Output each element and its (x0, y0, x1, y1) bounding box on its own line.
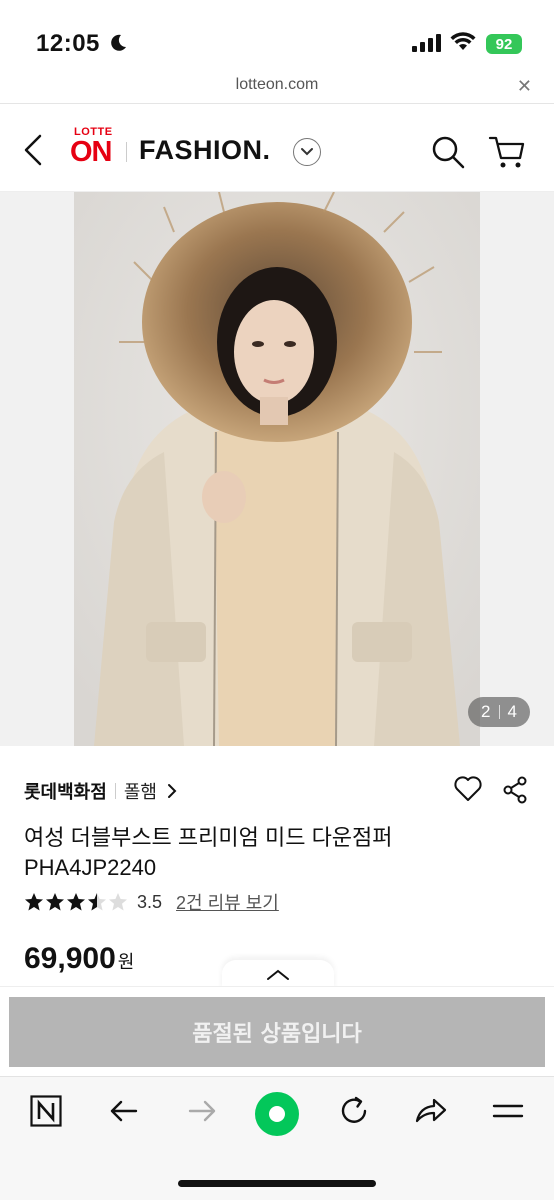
refresh-icon[interactable] (338, 1095, 370, 1127)
forward-icon[interactable] (186, 1095, 218, 1127)
product-title-line1: 여성 더블부스트 프리미엄 미드 다운점퍼 (24, 825, 393, 850)
cart-icon[interactable] (488, 134, 526, 170)
price: 69,900 원 (24, 942, 134, 976)
close-icon[interactable]: ✕ (517, 76, 532, 97)
share-icon[interactable] (502, 776, 528, 804)
rating-row: 3.5 2건 리뷰 보기 (24, 889, 279, 915)
chevron-up-icon[interactable] (266, 968, 290, 982)
review-link[interactable]: 2건 리뷰 보기 (176, 889, 279, 915)
rating-value: 3.5 (137, 891, 163, 912)
back-arrow-icon[interactable] (22, 132, 46, 168)
site-header: LOTTE ON FASHION. (0, 104, 554, 192)
url-text[interactable]: lotteon.com (0, 76, 554, 94)
chevron-right-icon[interactable] (167, 783, 177, 799)
moon-icon (111, 34, 126, 51)
cellular-signal-icon (412, 34, 441, 52)
chevron-down-icon (301, 148, 313, 156)
product-photo[interactable] (74, 192, 480, 746)
heart-icon[interactable] (454, 776, 482, 802)
section-dropdown-button[interactable] (293, 138, 321, 166)
naver-n-icon[interactable] (30, 1095, 62, 1127)
product-image-gallery[interactable] (0, 192, 554, 746)
status-bar: 12:05 92 (0, 0, 554, 70)
section-title[interactable]: FASHION. (139, 135, 271, 166)
sold-out-button[interactable]: 품절된 상품입니다 (9, 997, 545, 1067)
back-icon[interactable] (108, 1095, 140, 1127)
brand-name[interactable]: 폴햄 (124, 778, 157, 804)
price-value: 69,900 (24, 942, 116, 975)
url-bar[interactable]: lotteon.com ✕ (0, 70, 554, 104)
store-name[interactable]: 롯데백화점 (24, 778, 107, 804)
logo-on-text[interactable]: ON (70, 136, 112, 169)
share-arrow-icon[interactable] (414, 1095, 448, 1127)
product-title: 여성 더블부스트 프리미엄 미드 다운점퍼 PHA4JP2240 (24, 823, 524, 883)
gallery-page-indicator: 2 4 (468, 697, 530, 727)
status-time: 12:05 (36, 30, 100, 57)
price-currency: 원 (117, 952, 135, 972)
star-full-icon (67, 893, 85, 911)
wifi-icon (450, 32, 476, 50)
star-full-icon (25, 893, 43, 911)
star-half-icon (88, 893, 106, 911)
search-icon[interactable] (430, 134, 466, 170)
pager-divider (498, 705, 500, 719)
product-model-code: PHA4JP2240 (24, 855, 157, 880)
star-full-icon (46, 893, 64, 911)
purchase-bar: 품절된 상품입니다 (0, 986, 554, 1076)
star-empty-icon (109, 893, 127, 911)
battery-indicator: 92 (486, 34, 522, 54)
home-indicator (178, 1180, 376, 1187)
menu-icon[interactable] (492, 1095, 524, 1127)
naver-green-dot-icon[interactable] (254, 1091, 300, 1137)
rating-stars (24, 892, 129, 912)
store-divider (114, 783, 116, 799)
gallery-total-pages: 4 (507, 702, 517, 721)
store-breadcrumb[interactable]: 롯데백화점 폴햄 (24, 778, 177, 804)
gallery-current-page: 2 (481, 702, 491, 721)
logo-divider (126, 142, 127, 162)
